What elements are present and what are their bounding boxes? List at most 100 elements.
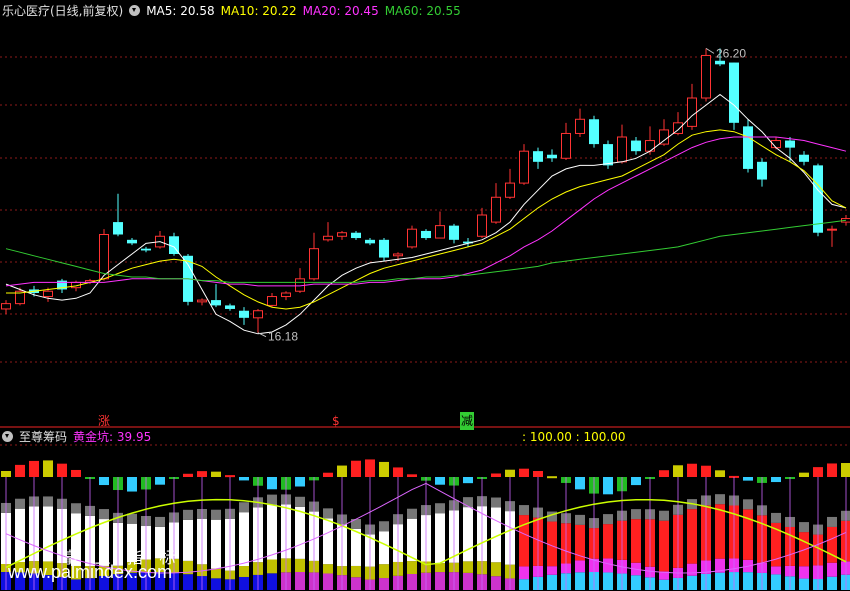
stack-segment xyxy=(631,519,641,563)
signal-bar xyxy=(197,471,207,477)
stack-segment xyxy=(463,572,473,590)
dropdown-chevron-icon-2[interactable] xyxy=(2,431,13,442)
stack-segment xyxy=(799,566,809,579)
candle-body-up xyxy=(267,296,277,306)
candle-body-up xyxy=(253,310,263,319)
stack-segment-cap xyxy=(99,509,109,520)
candle-body-down xyxy=(211,300,221,306)
signal-bar xyxy=(127,477,137,492)
signal-bar xyxy=(239,477,249,481)
candle-body-down xyxy=(757,161,767,180)
candle-body-up xyxy=(659,129,669,145)
stack-segment-cap xyxy=(379,521,389,532)
candle-body-up xyxy=(407,228,417,248)
bottom-panel-header: 至尊筹码 黄金坑: 39.95 xyxy=(2,428,157,446)
candlestick-layer xyxy=(1,48,850,333)
stack-segment xyxy=(827,562,837,577)
ma60-readout: MA60: 20.55 xyxy=(384,4,461,18)
stack-segment xyxy=(379,531,389,565)
stack-segment xyxy=(295,572,305,590)
candle-body-down xyxy=(141,248,151,251)
signal-bar xyxy=(435,477,445,485)
signal-bar xyxy=(673,465,683,477)
stack-segment-cap xyxy=(491,497,501,508)
candle-body-up xyxy=(99,234,109,280)
signal-bar xyxy=(57,463,67,477)
stack-segment-cap xyxy=(575,514,585,525)
stack-segment xyxy=(211,519,221,569)
signal-bar xyxy=(631,477,641,486)
stack-segment xyxy=(841,520,850,562)
candle-body-down xyxy=(589,119,599,145)
stack-segment xyxy=(715,504,725,559)
candle-body-up xyxy=(435,225,445,239)
stack-segment-cap xyxy=(799,522,809,533)
stack-segment xyxy=(603,572,613,590)
signal-bar xyxy=(841,463,850,477)
stack-segment xyxy=(519,566,529,580)
watermark-url: www.palmindex.com xyxy=(8,562,173,582)
stack-segment xyxy=(491,576,501,590)
signal-bar xyxy=(799,472,809,477)
stack-segment xyxy=(351,565,361,578)
stack-segment xyxy=(687,509,697,564)
signal-bar xyxy=(323,472,333,477)
stack-segment xyxy=(239,512,249,567)
signal-bar xyxy=(771,477,781,483)
stack-segment-cap xyxy=(715,494,725,505)
candle-body-down xyxy=(533,151,543,162)
stack-segment xyxy=(547,574,557,590)
stack-segment xyxy=(547,566,557,575)
ma-line-ma20 xyxy=(5,136,847,287)
candle-body-down xyxy=(225,305,235,309)
candle-body-up xyxy=(43,290,53,298)
stack-segment-cap xyxy=(71,503,81,514)
low-price-label: 16.18 xyxy=(268,330,298,344)
stack-segment xyxy=(771,574,781,590)
candle-body-up xyxy=(617,136,627,163)
candle-body-down xyxy=(351,232,361,239)
stack-segment xyxy=(841,561,850,575)
signal-bar xyxy=(687,463,697,477)
stack-segment-cap xyxy=(183,509,193,520)
dropdown-chevron-icon[interactable] xyxy=(129,5,141,16)
signal-bar xyxy=(701,465,711,477)
signal-bar xyxy=(155,477,165,485)
stack-segment-cap xyxy=(295,496,305,507)
signal-bar xyxy=(183,473,193,477)
signal-bar xyxy=(813,467,823,477)
high-price-label: 26.20 xyxy=(716,46,746,60)
candle-body-down xyxy=(785,140,795,148)
stack-segment-cap xyxy=(155,516,165,527)
stack-segment xyxy=(575,560,585,573)
stack-segment-cap xyxy=(659,510,669,521)
signal-bar xyxy=(225,475,235,478)
moving-average-lines xyxy=(5,93,847,335)
stack-segment xyxy=(351,577,361,590)
stack-segment xyxy=(267,559,277,574)
stack-segment xyxy=(575,572,585,590)
stack-segment xyxy=(463,561,473,573)
stack-segment xyxy=(687,563,697,576)
candle-body-down xyxy=(547,154,557,159)
stack-segment xyxy=(323,573,333,590)
stack-segment xyxy=(841,574,850,590)
candle-body-up xyxy=(1,303,11,310)
stack-segment xyxy=(743,572,753,590)
stack-segment xyxy=(351,528,361,566)
stack-segment xyxy=(435,513,445,564)
stack-segment xyxy=(267,573,277,590)
candle-body-up xyxy=(645,140,655,152)
candle-body-up xyxy=(477,214,487,237)
stack-segment-cap xyxy=(407,508,417,519)
candle-body-up xyxy=(561,132,571,159)
stack-segment xyxy=(239,566,249,577)
signal-bar xyxy=(379,461,389,477)
candle-body-up xyxy=(323,235,333,241)
stack-segment xyxy=(799,578,809,590)
signal-bar xyxy=(295,477,305,487)
stack-segment xyxy=(379,564,389,579)
candle-body-down xyxy=(631,140,641,152)
candle-body-up xyxy=(505,182,515,198)
signal-bar xyxy=(519,468,529,477)
